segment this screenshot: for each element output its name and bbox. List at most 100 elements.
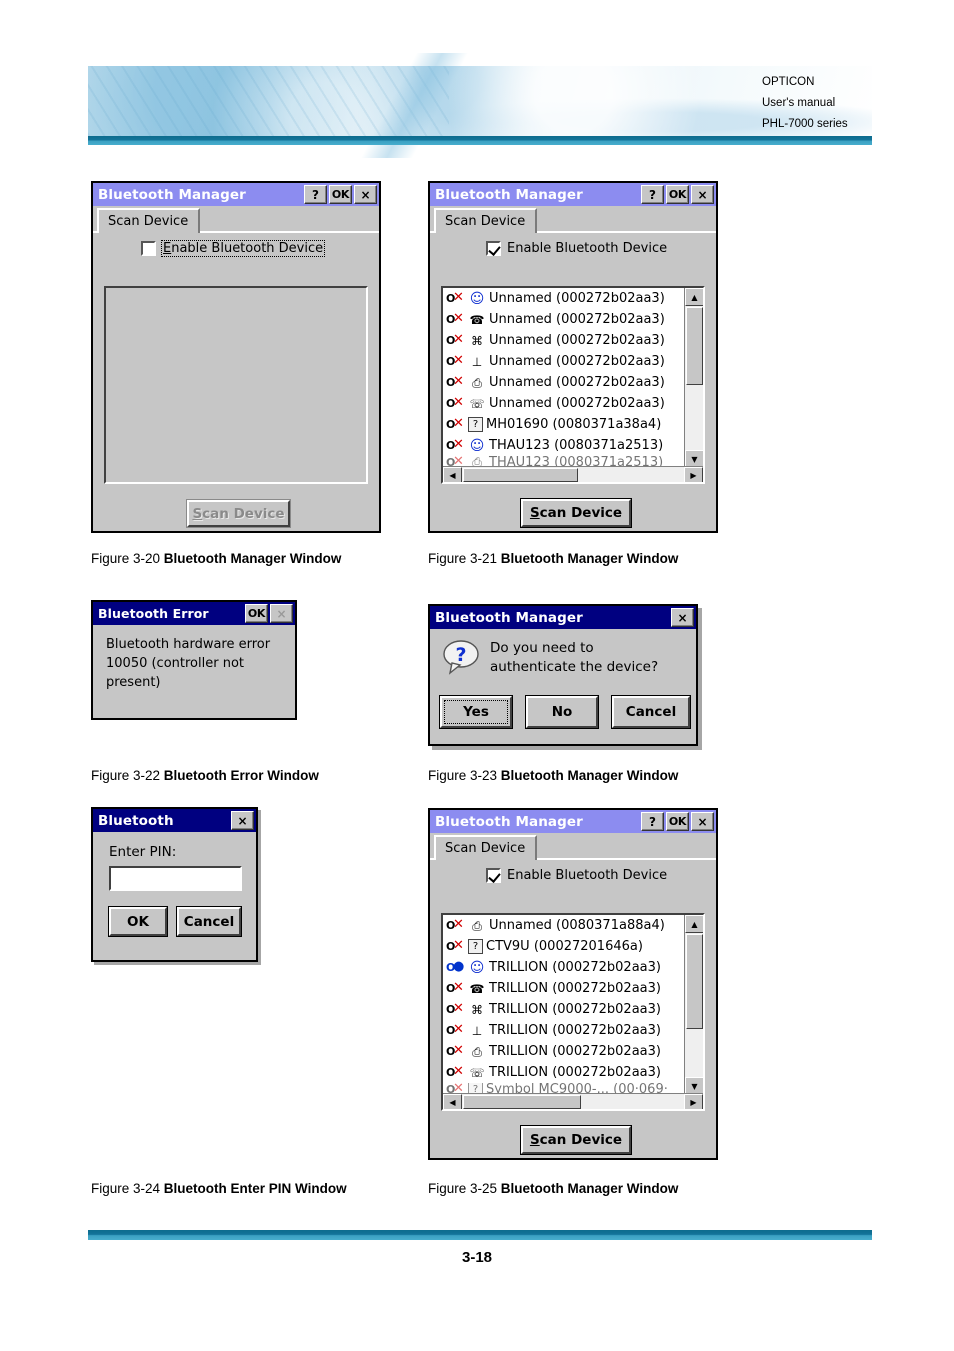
help-icon[interactable]: ? xyxy=(304,185,327,204)
vertical-scrollbar[interactable]: ▲ ▼ xyxy=(684,288,703,468)
close-icon[interactable]: × xyxy=(691,812,714,831)
horizontal-scroll-thumb[interactable] xyxy=(463,1095,581,1109)
device-list-item[interactable]: O ✕? CTV9U (00027201646a) xyxy=(443,936,683,957)
device-name: Unnamed (000272b02aa3) xyxy=(489,291,665,306)
vertical-scroll-thumb[interactable] xyxy=(686,307,703,385)
device-list-item[interactable]: O ✕ ☏ TRILLION (000272b02aa3) xyxy=(443,1062,683,1083)
close-icon[interactable]: × xyxy=(671,608,694,627)
bluetooth-manager-window-paired[interactable]: Bluetooth Manager ? OK × Scan Device Ena… xyxy=(428,808,718,1160)
enable-bluetooth-row[interactable]: Enable Bluetooth Device xyxy=(430,868,716,883)
accel-s: S xyxy=(529,1132,540,1148)
bluetooth-authenticate-dialog[interactable]: Bluetooth Manager × ? Do you need to aut… xyxy=(428,604,698,746)
device-list-item[interactable]: O ✕ ⊥ TRILLION (000272b02aa3) xyxy=(443,1020,683,1041)
vertical-scroll-thumb[interactable] xyxy=(686,934,703,1029)
device-list-item[interactable]: O ✕ ⎙ Unnamed (0080371a88a4) xyxy=(443,915,683,936)
phone-icon: ☏ xyxy=(469,396,485,411)
ok-button[interactable]: OK xyxy=(666,185,689,204)
serial-port-icon: ⊥ xyxy=(471,354,483,369)
help-icon[interactable]: ? xyxy=(641,812,664,831)
bluetooth-smiley-icon: ☺ xyxy=(469,290,485,307)
device-list-item[interactable]: O ✕ ☏ Unnamed (000272b02aa3) xyxy=(443,393,683,414)
titlebar: Bluetooth × xyxy=(93,809,256,832)
scroll-up-icon[interactable]: ▲ xyxy=(685,915,703,933)
scroll-left-icon[interactable]: ◀ xyxy=(443,467,462,482)
status-mark-icon: ✕ xyxy=(453,437,464,452)
status-mark-icon: ✕ xyxy=(453,353,464,368)
close-icon[interactable]: × xyxy=(691,185,714,204)
device-listbox-empty[interactable] xyxy=(104,286,368,484)
ok-button[interactable]: OK xyxy=(245,604,268,623)
scan-device-button[interactable]: Scan Device xyxy=(521,1126,631,1154)
cancel-button[interactable]: Cancel xyxy=(612,696,690,728)
device-list-item[interactable]: O ✕ ☺ THAU123 (0080371a2513) xyxy=(443,435,683,456)
device-name: TRILLION (000272b02aa3) xyxy=(489,1044,661,1059)
device-list-item[interactable]: O ● ☺ TRILLION (000272b02aa3) xyxy=(443,957,683,978)
caption-prefix: Figure 3-23 xyxy=(428,768,501,783)
window-title: Bluetooth Manager xyxy=(435,609,583,626)
cancel-button[interactable]: Cancel xyxy=(177,907,241,936)
tab-scan-device[interactable]: Scan Device xyxy=(434,835,538,860)
vertical-scrollbar[interactable]: ▲ ▼ xyxy=(684,915,703,1095)
window-title: Bluetooth Manager xyxy=(98,186,246,203)
enable-bluetooth-checkbox[interactable] xyxy=(486,241,501,256)
yes-button[interactable]: Yes xyxy=(440,696,512,728)
status-mark-icon: ✕ xyxy=(453,917,464,932)
pin-input[interactable] xyxy=(111,869,240,890)
caption-title: Bluetooth Manager Window xyxy=(500,551,679,566)
device-list-item[interactable]: O ✕ ⎙ Unnamed (000272b02aa3) xyxy=(443,372,683,393)
device-list-item[interactable]: O ✕ ☺ Unnamed (000272b02aa3) xyxy=(443,288,683,309)
close-icon[interactable]: × xyxy=(231,811,254,830)
enable-bluetooth-checkbox[interactable] xyxy=(486,868,501,883)
device-listbox[interactable]: O ✕ ☺ Unnamed (000272b02aa3) O ✕ ☎ Unnamed (000… xyxy=(441,286,705,484)
scan-device-button-rest: can Device xyxy=(539,505,623,521)
bluetooth-enter-pin-dialog[interactable]: Bluetooth × Enter PIN: OK Cancel xyxy=(91,807,258,962)
help-icon[interactable]: ? xyxy=(641,185,664,204)
enable-bluetooth-label: Enable Bluetooth Device xyxy=(160,240,326,257)
scroll-right-icon[interactable]: ▶ xyxy=(684,467,703,482)
titlebar: Bluetooth Error OK × xyxy=(93,602,295,625)
ok-button[interactable]: OK xyxy=(329,185,352,204)
pin-input-wrap[interactable] xyxy=(109,866,242,891)
titlebar: Bluetooth Manager ? OK × xyxy=(430,183,716,206)
footer-divider-rule xyxy=(88,1230,872,1240)
figure-caption-3-21: Figure 3-21 Bluetooth Manager Window xyxy=(428,551,678,566)
no-button[interactable]: No xyxy=(526,696,598,728)
titlebar: Bluetooth Manager ? OK × xyxy=(430,810,716,833)
enable-bluetooth-row[interactable]: Enable Bluetooth Device xyxy=(93,240,379,257)
tab-scan-device[interactable]: Scan Device xyxy=(434,208,538,233)
device-name: TRILLION (000272b02aa3) xyxy=(489,1002,661,1017)
device-list-item[interactable]: O ✕ ⎙ TRILLION (000272b02aa3) xyxy=(443,1041,683,1062)
scan-device-button[interactable]: Scan Device xyxy=(187,500,290,527)
device-name: Unnamed (000272b02aa3) xyxy=(489,396,665,411)
scroll-left-icon[interactable]: ◀ xyxy=(443,1094,462,1109)
device-list-item[interactable]: O ✕ ☎ TRILLION (000272b02aa3) xyxy=(443,978,683,999)
scroll-right-icon[interactable]: ▶ xyxy=(684,1094,703,1109)
caption-prefix: Figure 3-22 xyxy=(91,768,164,783)
figure-caption-3-24: Figure 3-24 Bluetooth Enter PIN Window xyxy=(91,1181,347,1196)
scan-device-button[interactable]: Scan Device xyxy=(521,499,631,527)
horizontal-scrollbar[interactable]: ◀ ▶ xyxy=(443,466,703,482)
bluetooth-manager-window-disabled[interactable]: Bluetooth Manager ? OK × Scan Device Ena… xyxy=(91,181,381,533)
horizontal-scrollbar[interactable]: ◀ ▶ xyxy=(443,1093,703,1109)
enable-bluetooth-row[interactable]: Enable Bluetooth Device xyxy=(430,241,716,256)
bluetooth-manager-window-scanned[interactable]: Bluetooth Manager ? OK × Scan Device Ena… xyxy=(428,181,718,533)
scroll-up-icon[interactable]: ▲ xyxy=(685,288,703,306)
device-list-item[interactable]: O ✕ ⌘ Unnamed (000272b02aa3) xyxy=(443,330,683,351)
printer-icon: ⎙ xyxy=(472,375,482,390)
message-row: ? Do you need to authenticate the device… xyxy=(430,629,696,677)
device-list-item[interactable]: O ✕ ⌘ TRILLION (000272b02aa3) xyxy=(443,999,683,1020)
enable-bluetooth-checkbox[interactable] xyxy=(141,241,156,256)
device-list-item[interactable]: O ✕? MH01690 (0080371a38a4) xyxy=(443,414,683,435)
status-mark-icon: ● xyxy=(453,959,464,974)
enable-bluetooth-label-rest: nable Bluetooth Device xyxy=(515,868,668,883)
close-icon[interactable]: × xyxy=(354,185,377,204)
device-list-item[interactable]: O ✕ ⊥ Unnamed (000272b02aa3) xyxy=(443,351,683,372)
bluetooth-error-window[interactable]: Bluetooth Error OK × Bluetooth hardware … xyxy=(91,600,297,720)
tab-scan-device[interactable]: Scan Device xyxy=(97,208,201,233)
ok-button[interactable]: OK xyxy=(109,907,167,936)
device-list-item[interactable]: O ✕ ☎ Unnamed (000272b02aa3) xyxy=(443,309,683,330)
ok-button[interactable]: OK xyxy=(666,812,689,831)
authenticate-message: Do you need to authenticate the device? xyxy=(490,639,658,677)
horizontal-scroll-thumb[interactable] xyxy=(463,468,578,482)
device-listbox[interactable]: O ✕ ⎙ Unnamed (0080371a88a4) O ✕? CTV9U (00027… xyxy=(441,913,705,1111)
